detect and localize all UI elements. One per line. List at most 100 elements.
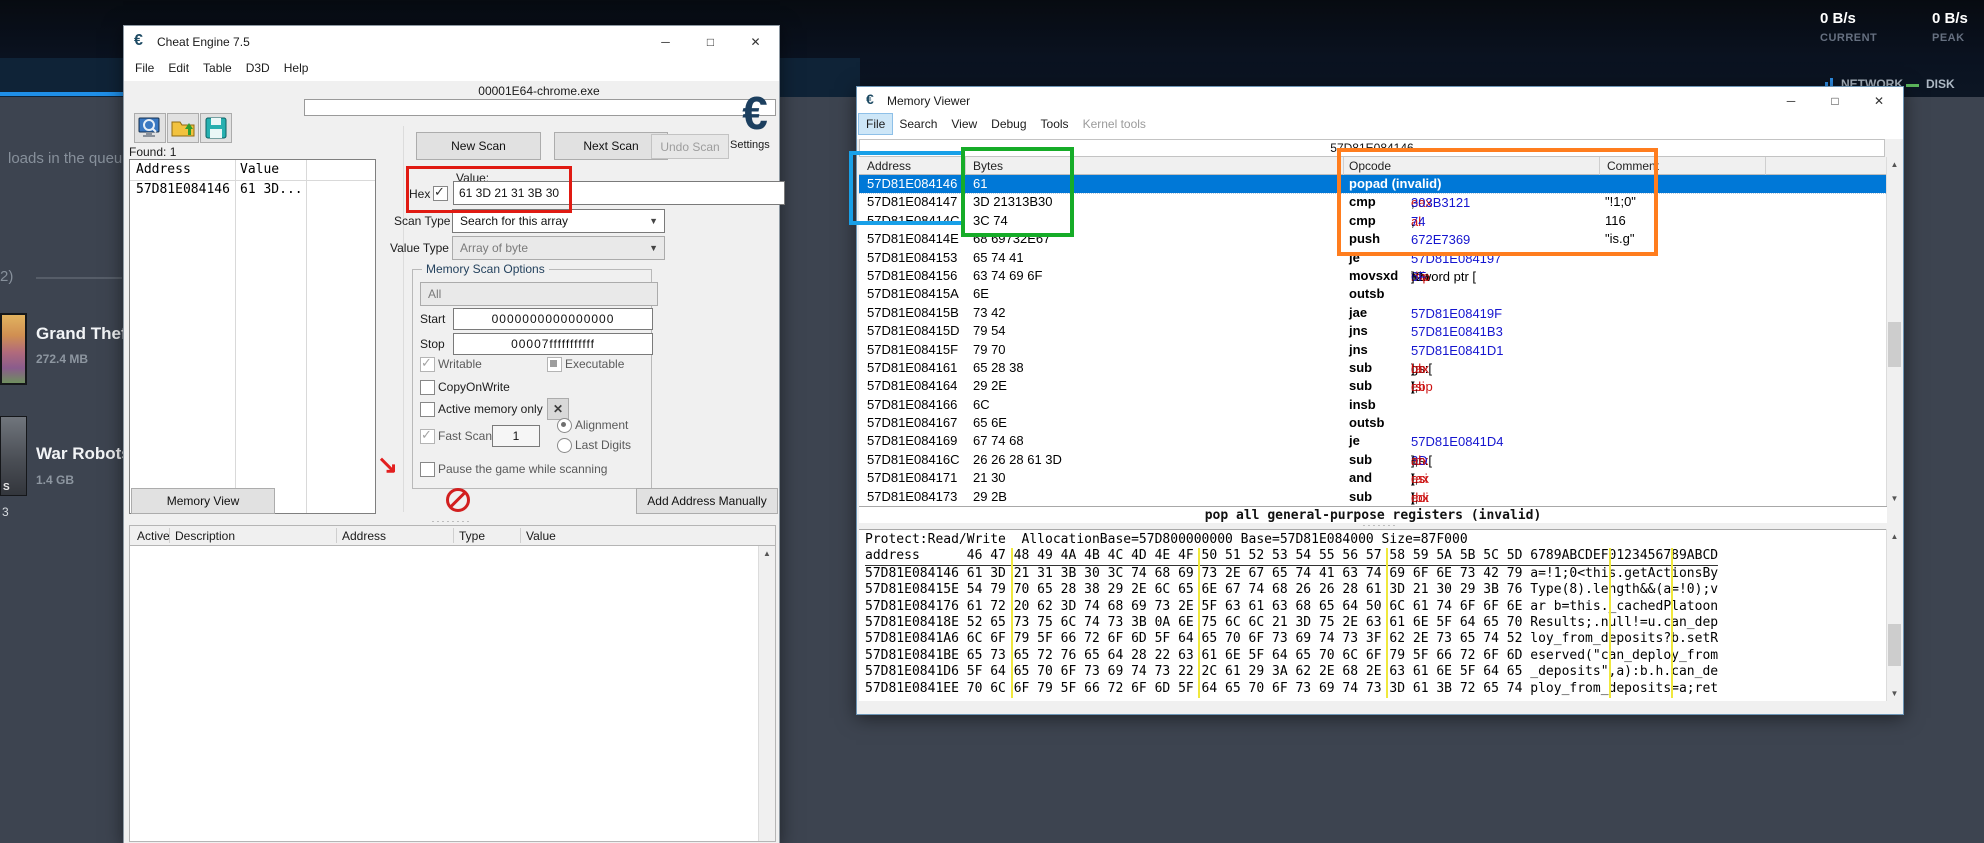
disasm-row[interactable]: 57D81E08415365 74 41je57D81E084197 (859, 249, 1887, 267)
maximize-button[interactable]: □ (1813, 87, 1857, 114)
download-item[interactable]: Grand Thef 272.4 MB (0, 313, 123, 403)
active-memory-checkbox[interactable] (420, 402, 435, 417)
save-table-button[interactable] (200, 113, 232, 143)
mv-menu-view[interactable]: View (944, 114, 984, 134)
alignment-radio[interactable] (557, 418, 572, 433)
col-opcode[interactable]: Opcode (1349, 159, 1391, 173)
maximize-button[interactable]: □ (688, 26, 733, 58)
disasm-row[interactable]: 57D81E08415663 74 69 6Fmovsxdrsi,dword p… (859, 267, 1887, 285)
stop-input[interactable]: 00007fffffffffff (453, 333, 653, 355)
add-address-button[interactable]: Add Address Manually (636, 488, 778, 514)
fast-scan-value-input[interactable]: 1 (492, 425, 540, 447)
disasm-row[interactable]: 57D81E08415F79 70jns57D81E0841D1 (859, 341, 1887, 359)
mv-address-bar[interactable]: 57D81E084146 (859, 139, 1885, 157)
hex-checkbox[interactable] (433, 186, 448, 201)
settings-label[interactable]: Settings (730, 139, 770, 151)
disk-label[interactable]: DISK (1926, 77, 1955, 91)
last-digits-radio[interactable] (557, 438, 572, 453)
address-table-header[interactable]: Active Description Address Type Value (129, 525, 776, 546)
mv-menu-kernel-tools[interactable]: Kernel tools (1076, 114, 1153, 134)
scan-pointer-arrow-icon[interactable]: ↘ (377, 450, 398, 480)
ce-title-bar[interactable]: € Cheat Engine 7.5 ─ □ ✕ (124, 26, 779, 58)
hexdump-row[interactable]: 57D81E0841D6 5F 64 65 70 6F 73 69 74 73 … (865, 664, 1718, 680)
table-col-type[interactable]: Type (459, 529, 485, 543)
ce-menu-d3d[interactable]: D3D (239, 58, 277, 78)
scroll-down-icon[interactable]: ▼ (1887, 686, 1902, 701)
disasm-row[interactable]: 57D81E0841473D 21313B30cmpeax,303B3121"!… (859, 193, 1887, 211)
hexdump-row[interactable]: 57D81E084176 61 72 20 62 3D 74 68 69 73 … (865, 599, 1718, 615)
value-type-select[interactable]: Array of byte ▼ (452, 236, 665, 260)
scan-type-select[interactable]: Search for this array ▼ (452, 209, 665, 233)
memory-viewer-window[interactable]: € Memory Viewer ─ □ ✕ FileSearchViewDebu… (856, 86, 1904, 715)
new-scan-button[interactable]: New Scan (416, 132, 541, 160)
ce-spiral-logo[interactable]: € (732, 88, 778, 140)
address-table-body[interactable]: ▲ (129, 546, 776, 842)
pause-game-checkbox[interactable] (420, 462, 435, 477)
scroll-up-icon[interactable]: ▲ (1887, 157, 1902, 172)
ce-menu-edit[interactable]: Edit (161, 58, 196, 78)
disasm-row[interactable]: 57D81E08416165 28 38subgs:[rax],bh (859, 359, 1887, 377)
table-col-description[interactable]: Description (175, 529, 235, 543)
value-input[interactable]: 61 3D 21 31 3B 30 (453, 181, 785, 205)
disasm-header[interactable]: Address Bytes Opcode Comment (859, 157, 1887, 175)
ce-menu-table[interactable]: Table (196, 58, 239, 78)
scroll-up-icon[interactable]: ▲ (1887, 529, 1902, 544)
cheat-engine-window[interactable]: € Cheat Engine 7.5 ─ □ ✕ FileEditTableD3… (123, 25, 780, 843)
disasm-row[interactable]: 57D81E08416967 74 68je57D81E0841D4 (859, 432, 1887, 450)
disasm-row[interactable]: 57D81E08415A6Eoutsb (859, 285, 1887, 303)
disasm-row[interactable]: 57D81E08414C3C 74cmpal,74116 (859, 212, 1887, 230)
hexdump-row[interactable]: 57D81E0841A6 6C 6F 79 5F 66 72 6F 6D 5F … (865, 631, 1718, 647)
splitter-handle[interactable]: ········ (124, 518, 779, 524)
col-address[interactable]: Address (867, 159, 911, 173)
table-scrollbar[interactable]: ▲ (758, 546, 775, 841)
start-input[interactable]: 0000000000000000 (453, 308, 653, 330)
mv-menu-debug[interactable]: Debug (984, 114, 1033, 134)
minimize-button[interactable]: ─ (1769, 87, 1813, 114)
hexdump-scrollbar[interactable]: ▲ ▼ (1886, 529, 1902, 701)
hexdump-row[interactable]: 57D81E0841EE 70 6C 6F 79 5F 66 72 6F 6D … (865, 681, 1718, 697)
disasm-row[interactable]: 57D81E08414E68 69732E67push672E7369"is.g… (859, 230, 1887, 248)
ce-menu-bar[interactable]: FileEditTableD3DHelp (124, 58, 779, 81)
table-col-address[interactable]: Address (342, 529, 386, 543)
no-entry-icon[interactable] (446, 488, 470, 512)
mv-menu-search[interactable]: Search (892, 114, 944, 134)
mv-splitter-handle[interactable]: ······· (857, 522, 1903, 529)
close-button[interactable]: ✕ (1857, 87, 1901, 114)
disasm-row[interactable]: 57D81E08417329 2Bsub[rbx],edi (859, 488, 1887, 506)
disasm-row[interactable]: 57D81E08415B73 42jae57D81E08419F (859, 304, 1887, 322)
found-row[interactable]: 57D81E08414661 3D... (130, 182, 375, 202)
clear-region-button[interactable]: ✕ (547, 398, 569, 420)
select-process-button[interactable] (134, 113, 166, 143)
mv-title-bar[interactable]: € Memory Viewer ─ □ ✕ (857, 87, 1903, 114)
found-col-value[interactable]: Value (240, 162, 279, 177)
col-comment[interactable]: Comment (1607, 159, 1659, 173)
hexdump-area[interactable]: Protect:Read/Write AllocationBase=57D800… (859, 529, 1887, 701)
hexdump-row[interactable]: 57D81E084146 61 3D 21 31 3B 30 3C 74 68 … (865, 566, 1718, 582)
scroll-thumb[interactable] (1888, 624, 1901, 666)
close-button[interactable]: ✕ (733, 26, 778, 58)
hexdump-row[interactable]: 57D81E0841BE 65 73 65 72 76 65 64 28 22 … (865, 648, 1718, 664)
open-table-button[interactable] (167, 113, 199, 143)
download-title[interactable]: Grand Thef (36, 324, 127, 344)
ce-menu-help[interactable]: Help (277, 58, 316, 78)
writable-checkbox[interactable] (420, 357, 435, 372)
copyonwrite-checkbox[interactable] (420, 380, 435, 395)
mv-menu-bar[interactable]: FileSearchViewDebugToolsKernel tools (857, 114, 1903, 139)
disasm-row[interactable]: 57D81E08417121 30and[rax],esi (859, 469, 1887, 487)
scroll-up-icon[interactable]: ▲ (759, 546, 775, 561)
download-title[interactable]: War Robots (36, 444, 131, 464)
col-bytes[interactable]: Bytes (973, 159, 1003, 173)
mv-menu-file[interactable]: File (859, 114, 892, 134)
disasm-row[interactable]: 57D81E08416C26 26 28 61 3Dsubes:[rcx+3D]… (859, 451, 1887, 469)
table-col-value[interactable]: Value (526, 529, 556, 543)
disasm-row[interactable]: 57D81E08415D79 54jns57D81E0841B3 (859, 322, 1887, 340)
mv-menu-tools[interactable]: Tools (1034, 114, 1076, 134)
ce-menu-file[interactable]: File (128, 58, 161, 78)
table-col-active[interactable]: Active (137, 529, 170, 543)
disasm-row[interactable]: 57D81E08416429 2Esub[rsi],ebp (859, 377, 1887, 395)
disasm-row[interactable]: 57D81E0841666Cinsb (859, 396, 1887, 414)
hexdump-row[interactable]: 57D81E08418E 52 65 73 75 6C 74 73 3B 0A … (865, 615, 1718, 631)
disasm-row[interactable]: 57D81E08416765 6Eoutsb (859, 414, 1887, 432)
minimize-button[interactable]: ─ (643, 26, 688, 58)
fast-scan-checkbox[interactable] (420, 429, 435, 444)
